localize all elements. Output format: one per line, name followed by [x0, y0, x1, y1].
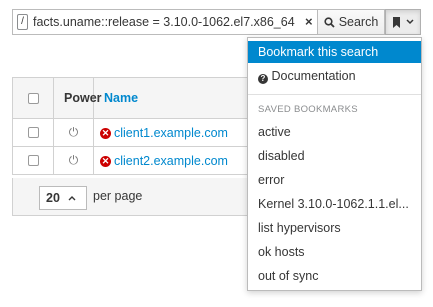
power-cell: ⏻: [53, 118, 94, 147]
bookmark-item[interactable]: out of sync: [248, 265, 421, 287]
chevron-down-icon: [406, 19, 414, 25]
table-row: ⏻ ✕ client2.example.com: [12, 146, 285, 175]
menu-divider: [248, 94, 421, 95]
bookmark-item[interactable]: error: [248, 169, 421, 191]
power-icon: ⏻: [68, 125, 79, 139]
bookmark-item[interactable]: ok hosts: [248, 241, 421, 263]
chevron-up-icon: [68, 196, 76, 201]
documentation-item[interactable]: ? Documentation: [248, 65, 421, 87]
column-header-name-label: Name: [104, 91, 139, 105]
column-header-power[interactable]: Power: [53, 77, 102, 119]
magnifier-icon: [324, 16, 335, 28]
bookmarks-dropdown-button[interactable]: [385, 9, 421, 35]
bookmark-icon: [393, 16, 400, 28]
bookmark-this-search-item[interactable]: Bookmark this search: [248, 41, 421, 63]
clear-icon[interactable]: ×: [305, 15, 317, 29]
power-cell: ⏻: [53, 146, 94, 175]
hosts-table: Power Name ⏻ ✕ client1.example.com ⏻ ✕ c…: [12, 77, 285, 175]
row-checkbox[interactable]: [27, 155, 39, 166]
per-page-select[interactable]: 20: [39, 186, 87, 210]
saved-bookmarks-header: SAVED BOOKMARKS: [258, 104, 358, 115]
row-checkbox[interactable]: [27, 127, 39, 138]
slash-icon[interactable]: /: [17, 14, 28, 30]
documentation-label: Documentation: [271, 69, 356, 83]
search-button[interactable]: Search: [318, 9, 385, 35]
power-icon: ⏻: [68, 153, 79, 167]
pagination-bar: 20 per page: [12, 178, 284, 216]
search-box: / ×: [12, 9, 318, 35]
row-select-cell: [12, 118, 54, 147]
select-all-cell: [12, 77, 54, 119]
bookmarks-menu: Bookmark this search ? Documentation SAV…: [247, 37, 422, 291]
error-status-icon: ✕: [100, 127, 111, 139]
bookmark-item[interactable]: Kernel 3.10.0-1062.1.1.el...: [248, 193, 421, 215]
host-link[interactable]: ✕ client2.example.com: [94, 154, 228, 168]
per-page-value: 20: [46, 191, 60, 205]
help-icon: ?: [258, 74, 268, 84]
host-name: client1.example.com: [114, 126, 228, 141]
search-button-label: Search: [338, 15, 379, 29]
error-status-icon: ✕: [100, 155, 111, 167]
host-name: client2.example.com: [114, 154, 228, 169]
per-page-label: per page: [93, 189, 143, 203]
select-all-checkbox[interactable]: [27, 92, 39, 104]
row-select-cell: [12, 146, 54, 175]
table-header-row: Power Name: [12, 77, 285, 119]
bookmark-item[interactable]: disabled: [248, 145, 421, 167]
search-input[interactable]: [33, 13, 305, 31]
host-link[interactable]: ✕ client1.example.com: [94, 126, 228, 140]
bookmark-item[interactable]: active: [248, 121, 421, 143]
bookmark-item[interactable]: list hypervisors: [248, 217, 421, 239]
table-row: ⏻ ✕ client1.example.com: [12, 118, 285, 147]
